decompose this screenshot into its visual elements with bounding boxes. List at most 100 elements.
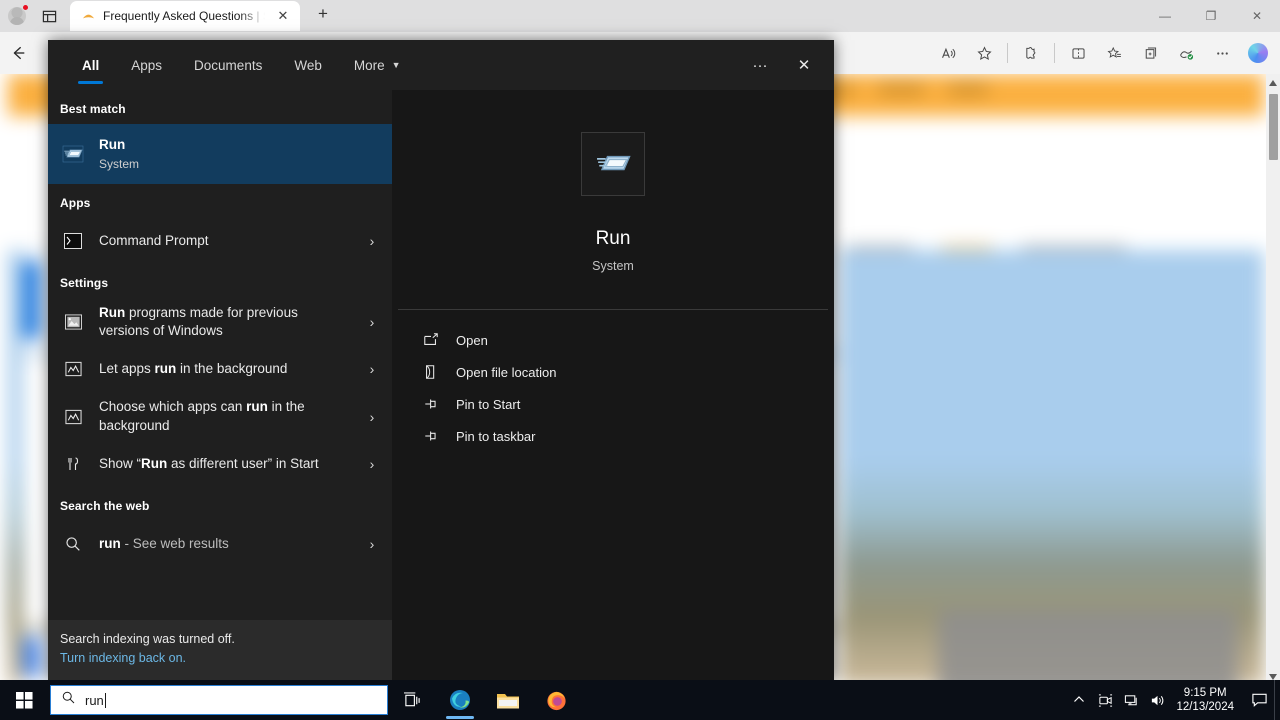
minimize-button[interactable]: —: [1142, 0, 1188, 32]
web-query-suffix: - See web results: [120, 535, 229, 551]
profile-avatar[interactable]: [4, 3, 30, 29]
tab-web[interactable]: Web: [278, 40, 338, 90]
start-button[interactable]: [0, 680, 48, 720]
group-header-best-match: Best match: [60, 102, 126, 116]
screen: Frequently Asked Questions | Su ✕ + — ❐ …: [0, 0, 1280, 720]
result-label: run - See web results: [99, 529, 349, 559]
result-row-best-match-run[interactable]: Run System: [48, 124, 392, 184]
tab-all[interactable]: All: [66, 40, 115, 90]
result-row-run-programs-compat[interactable]: Run programs made for previous versions …: [48, 298, 392, 346]
tab-more-label: More: [353, 57, 385, 73]
taskbar-search-value: run: [85, 692, 104, 708]
preview-action-open[interactable]: Open: [414, 324, 834, 356]
extensions-icon[interactable]: [1013, 37, 1049, 69]
result-row-choose-apps-run-background[interactable]: Choose which apps can run in the backgro…: [48, 392, 392, 440]
volume-icon[interactable]: [1144, 680, 1170, 720]
group-header-apps: Apps: [60, 196, 91, 210]
result-label: Choose which apps can run in the backgro…: [99, 392, 349, 440]
tab-more[interactable]: More ▼: [338, 40, 417, 90]
system-tray: 9:15 PM 12/13/2024: [1066, 680, 1280, 720]
search-close-button[interactable]: ✕: [782, 43, 826, 87]
run-app-icon: [60, 142, 86, 166]
network-icon[interactable]: [1118, 680, 1144, 720]
window-controls: — ❐ ✕: [1142, 0, 1280, 32]
result-label-prefix: Show “: [99, 455, 142, 471]
settings-more-icon[interactable]: [1204, 37, 1240, 69]
result-label-prefix: Let apps: [99, 361, 155, 377]
result-label: Command Prompt: [99, 232, 209, 248]
open-icon: [422, 332, 440, 348]
chevron-right-icon[interactable]: ›: [362, 536, 382, 552]
search-filter-header: All Apps Documents Web More ▼ ··· ✕: [48, 40, 834, 90]
show-desktop-button[interactable]: [1274, 680, 1280, 720]
scroll-up-icon[interactable]: [1266, 76, 1280, 90]
copilot-icon[interactable]: [1240, 37, 1276, 69]
best-match-subtitle: System: [99, 157, 140, 172]
favorites-list-icon[interactable]: [1096, 37, 1132, 69]
chevron-right-icon[interactable]: ›: [362, 233, 382, 249]
close-button[interactable]: ✕: [1234, 0, 1280, 32]
tab-web-label: Web: [294, 57, 322, 73]
result-label-highlight: Run: [99, 305, 126, 320]
search-results-list: Best match Run System Apps Command Promp…: [48, 90, 392, 620]
background-apps-icon: [60, 409, 86, 425]
taskbar-app-firefox[interactable]: [532, 680, 580, 720]
best-match-text: Run System: [99, 130, 382, 178]
program-compatibility-icon: [60, 314, 86, 330]
result-row-command-prompt[interactable]: Command Prompt ›: [48, 218, 392, 264]
chevron-right-icon[interactable]: ›: [362, 314, 382, 330]
taskbar-clock[interactable]: 9:15 PM 12/13/2024: [1170, 686, 1244, 714]
tab-actions-icon[interactable]: [36, 3, 62, 29]
search-results-pane: Best match Run System Apps Command Promp…: [48, 90, 392, 680]
collections-icon[interactable]: [1132, 37, 1168, 69]
search-indexing-footer: Search indexing was turned off. Turn ind…: [48, 620, 392, 680]
result-row-web-search[interactable]: run - See web results ›: [48, 521, 392, 567]
taskbar-app-edge[interactable]: [436, 680, 484, 720]
action-center-icon[interactable]: [1244, 680, 1274, 720]
chevron-right-icon[interactable]: ›: [362, 361, 382, 377]
search-icon: [61, 690, 76, 710]
camera-recording-icon[interactable]: [1092, 680, 1118, 720]
new-tab-button[interactable]: +: [312, 3, 334, 25]
result-row-let-apps-run-background[interactable]: Let apps run in the background ›: [48, 346, 392, 392]
maximize-button[interactable]: ❐: [1188, 0, 1234, 32]
read-aloud-icon[interactable]: [930, 37, 966, 69]
tray-overflow-button[interactable]: [1066, 680, 1092, 720]
favorite-star-icon[interactable]: [966, 37, 1002, 69]
clock-time: 9:15 PM: [1183, 687, 1227, 699]
taskbar-search-input[interactable]: run: [50, 685, 388, 715]
run-app-icon: [581, 132, 645, 196]
browser-essentials-icon[interactable]: [1168, 37, 1204, 69]
taskbar-search-value-wrapper: run: [85, 692, 106, 708]
back-button[interactable]: [0, 37, 36, 69]
tab-apps-label: Apps: [131, 57, 163, 73]
result-label-rest: in the background: [176, 361, 288, 377]
search-more-options-button[interactable]: ···: [738, 43, 782, 87]
result-label: Show “Run as different user” in Start: [99, 449, 349, 479]
result-label-highlight: run: [154, 361, 177, 377]
tab-apps[interactable]: Apps: [115, 40, 178, 90]
preview-action-open-file-location[interactable]: Open file location: [414, 356, 834, 388]
taskbar-app-file-explorer[interactable]: [484, 680, 532, 720]
scrollbar-thumb[interactable]: [1269, 94, 1278, 160]
tab-documents[interactable]: Documents: [178, 40, 278, 90]
preview-action-pin-to-start[interactable]: Pin to Start: [414, 388, 834, 420]
windows-search-panel: All Apps Documents Web More ▼ ··· ✕ Best…: [48, 40, 834, 680]
group-header-search-the-web: Search the web: [60, 498, 150, 513]
text-cursor: [104, 692, 106, 708]
tab-all-label: All: [82, 57, 100, 73]
turn-indexing-on-link[interactable]: Turn indexing back on.: [60, 651, 378, 665]
preview-app-subtitle: System: [592, 259, 634, 273]
preview-action-pin-to-taskbar[interactable]: Pin to taskbar: [414, 420, 834, 452]
result-row-show-run-as-different-user[interactable]: Show “Run as different user” in Start ›: [48, 441, 392, 487]
task-view-button[interactable]: [388, 680, 436, 720]
search-filter-tabs: All Apps Documents Web More ▼: [48, 40, 417, 90]
page-photo: [938, 610, 1238, 686]
group-header-settings: Settings: [60, 276, 109, 290]
chevron-right-icon[interactable]: ›: [362, 456, 382, 472]
split-screen-icon[interactable]: [1060, 37, 1096, 69]
browser-tab[interactable]: Frequently Asked Questions | Su ✕: [70, 1, 300, 31]
page-scrollbar[interactable]: [1266, 74, 1280, 686]
tab-close-icon[interactable]: ✕: [272, 5, 294, 27]
chevron-right-icon[interactable]: ›: [362, 409, 382, 425]
